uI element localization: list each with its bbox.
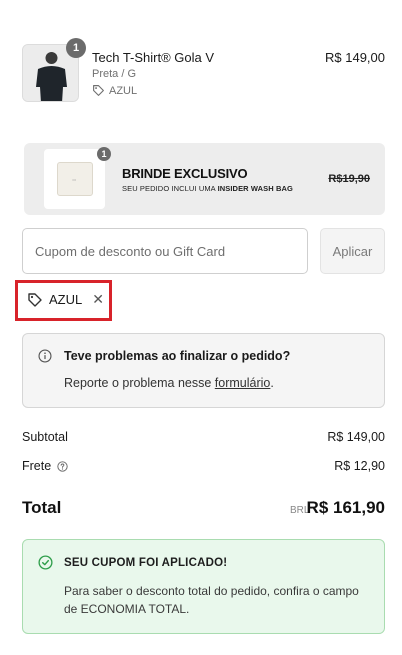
shipping-label: Frete <box>22 459 52 473</box>
product-quantity-badge: 1 <box>66 38 86 58</box>
shipping-value: R$ 12,90 <box>334 459 385 473</box>
shipping-label-row: Frete <box>22 459 68 473</box>
gift-image: ▭ <box>44 149 105 209</box>
gift-quantity-badge: 1 <box>97 147 111 161</box>
product-name: Tech T-Shirt® Gola V <box>92 50 215 65</box>
gift-subtitle-product: INSIDER WASH BAG <box>217 184 293 193</box>
product-variant: Preta / G <box>92 68 137 80</box>
tag-icon <box>93 85 104 96</box>
gift-original-price: R$19,90 <box>328 173 370 185</box>
subtotal-value: R$ 149,00 <box>327 430 385 444</box>
applied-coupon-code: AZUL <box>49 292 83 307</box>
help-form-link[interactable]: formulário <box>215 376 271 390</box>
coupon-input[interactable] <box>22 228 308 274</box>
subtotal-label: Subtotal <box>22 430 68 444</box>
tag-icon <box>28 292 42 307</box>
close-icon[interactable]: ✕ <box>92 291 104 308</box>
gift-subtitle-prefix: SEU PEDIDO INCLUI UMA <box>122 184 216 193</box>
applied-coupon-chip: AZUL ✕ <box>27 291 104 308</box>
product-price: R$ 149,00 <box>325 50 385 65</box>
total-value: R$ 161,90 <box>306 498 385 517</box>
success-title: SEU CUPOM FOI APLICADO! <box>64 557 228 569</box>
gift-title: BRINDE EXCLUSIVO <box>122 166 248 181</box>
total-label: Total <box>22 498 62 517</box>
product-coupon-tag: AZUL <box>92 84 137 97</box>
product-tag-label: AZUL <box>109 84 138 97</box>
help-text-prefix: Reporte o problema nesse <box>64 376 212 390</box>
help-box <box>22 333 385 408</box>
gift-subtitle: SEU PEDIDO INCLUI UMA INSIDER WASH BAG <box>122 184 293 193</box>
help-text-suffix: . <box>270 376 274 390</box>
wash-bag-icon: ▭ <box>56 162 93 196</box>
help-circle-icon[interactable] <box>57 460 68 472</box>
check-circle-icon <box>38 555 53 575</box>
info-icon <box>38 349 52 368</box>
help-title: Teve problemas ao finalizar o pedido? <box>64 349 291 363</box>
apply-coupon-button[interactable]: Aplicar <box>320 228 385 274</box>
help-text: Reporte o problema nesse formulário. <box>64 376 274 390</box>
success-text: Para saber o desconto total do pedido, c… <box>64 584 359 616</box>
